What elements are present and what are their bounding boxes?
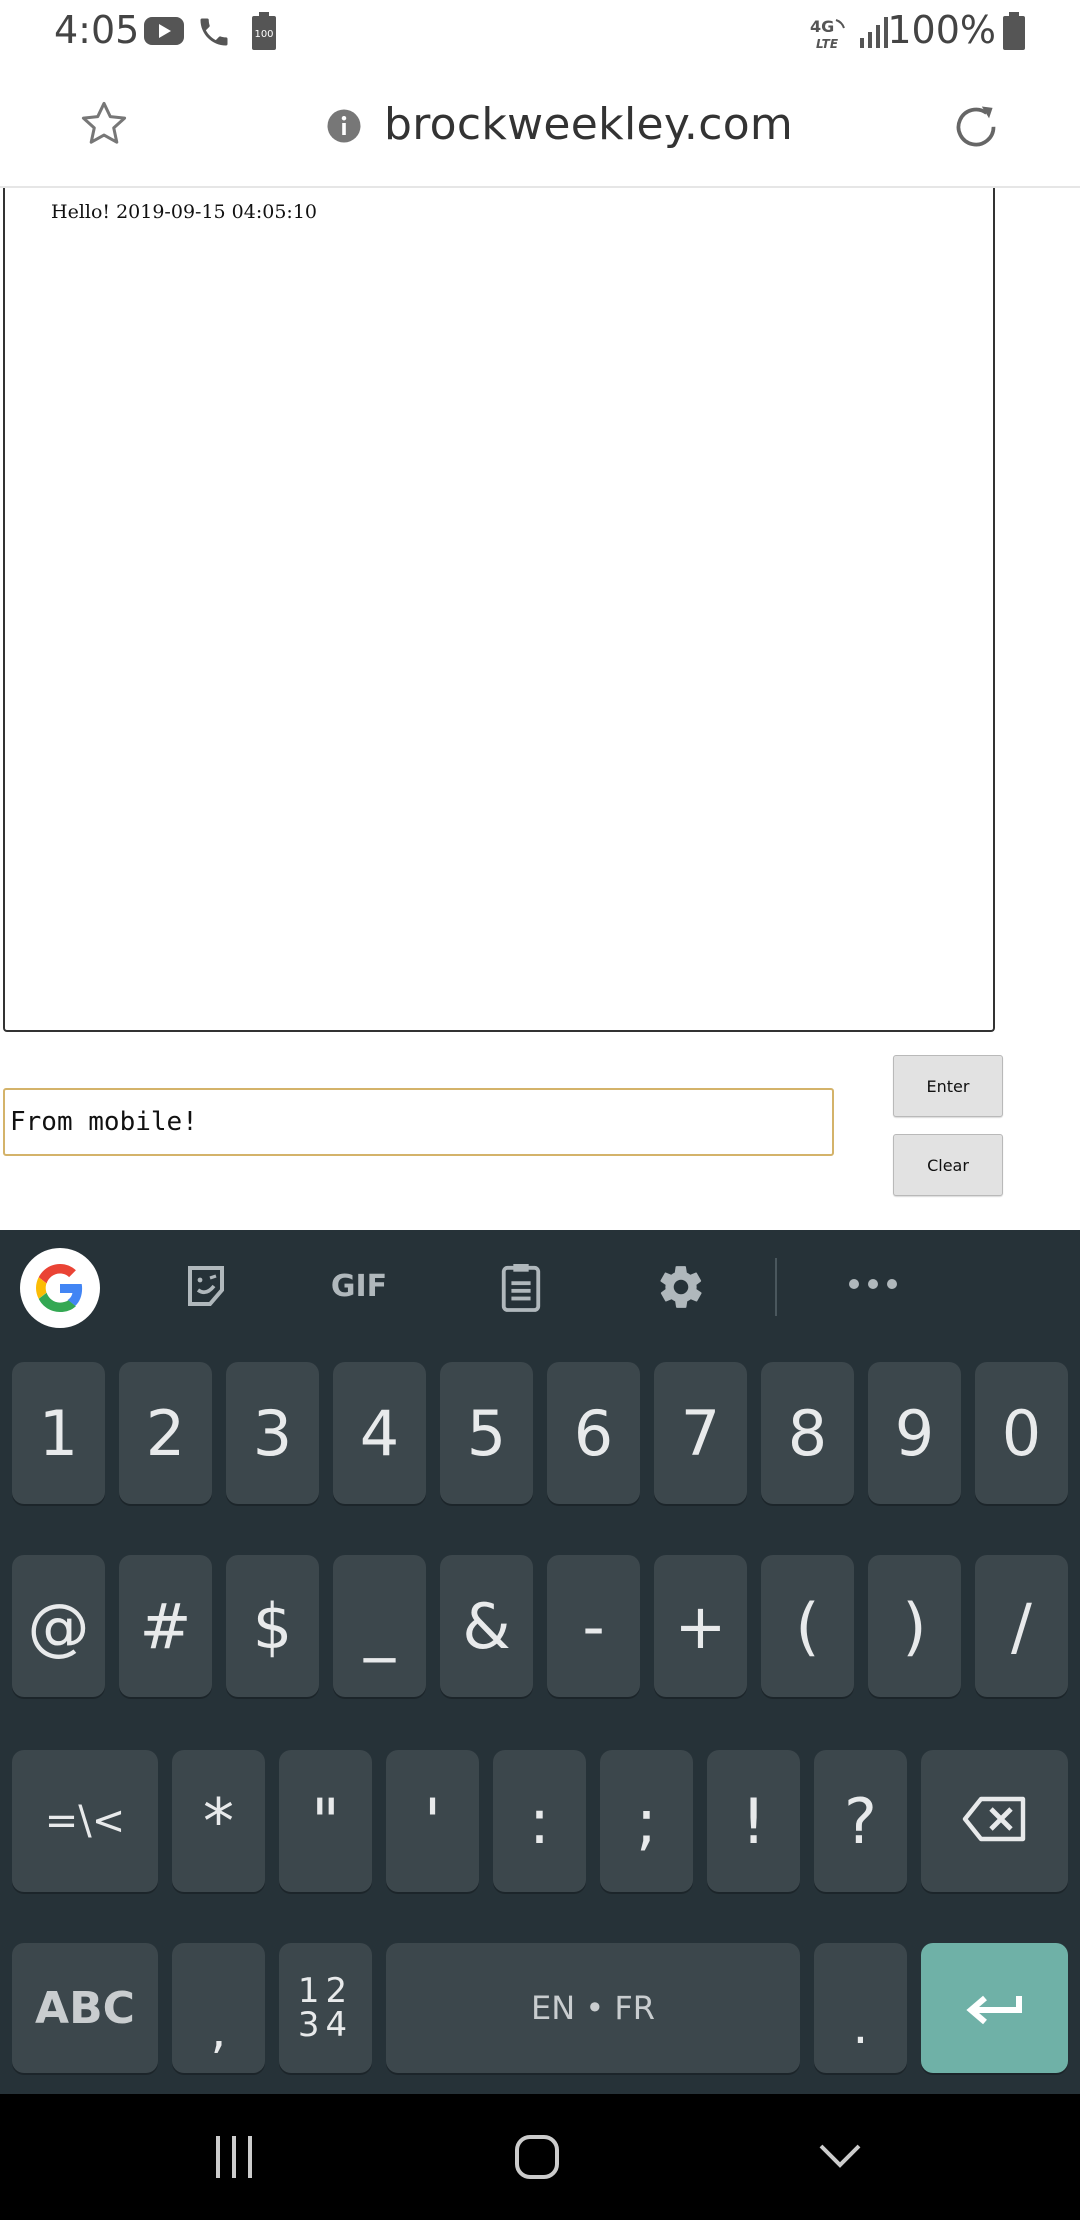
more-icon[interactable] bbox=[846, 1276, 900, 1297]
status-time: 4:05 bbox=[54, 8, 140, 52]
phone-icon bbox=[196, 14, 232, 55]
key-2[interactable]: 2 bbox=[119, 1362, 212, 1504]
key-more-symbols[interactable]: =\< bbox=[12, 1750, 158, 1892]
numpad-label-bottom: 34 bbox=[297, 2005, 354, 2045]
key-question[interactable]: ? bbox=[814, 1750, 907, 1892]
key-4[interactable]: 4 bbox=[333, 1362, 426, 1504]
key-1[interactable]: 1 bbox=[12, 1362, 105, 1504]
enter-button[interactable]: Enter bbox=[893, 1055, 1003, 1117]
key-7[interactable]: 7 bbox=[654, 1362, 747, 1504]
battery-saver-icon: 100 bbox=[251, 12, 277, 55]
svg-text:100: 100 bbox=[254, 29, 273, 40]
key-semicolon[interactable]: ; bbox=[600, 1750, 693, 1892]
recents-icon[interactable] bbox=[212, 2134, 256, 2185]
key-right-paren[interactable]: ) bbox=[868, 1555, 961, 1697]
key-3[interactable]: 3 bbox=[226, 1362, 319, 1504]
status-bar: 4:05 100 4G LTE 100% bbox=[0, 0, 1080, 64]
clipboard-icon[interactable] bbox=[498, 1262, 544, 1317]
key-exclamation[interactable]: ! bbox=[707, 1750, 800, 1892]
key-6[interactable]: 6 bbox=[547, 1362, 640, 1504]
url-text[interactable]: brockweekley.com bbox=[384, 99, 793, 150]
key-at[interactable]: @ bbox=[12, 1555, 105, 1697]
space-key[interactable]: EN • FR bbox=[386, 1943, 800, 2073]
svg-text:LTE: LTE bbox=[816, 37, 839, 50]
reload-icon[interactable] bbox=[948, 100, 1004, 161]
enter-key[interactable] bbox=[921, 1943, 1068, 2073]
key-underscore[interactable]: _ bbox=[333, 1555, 426, 1697]
key-slash[interactable]: / bbox=[975, 1555, 1068, 1697]
youtube-icon bbox=[144, 16, 184, 51]
backspace-icon bbox=[961, 1785, 1029, 1858]
key-minus[interactable]: - bbox=[547, 1555, 640, 1697]
key-dollar[interactable]: $ bbox=[226, 1555, 319, 1697]
navigation-bar bbox=[0, 2094, 1080, 2220]
settings-icon[interactable] bbox=[656, 1262, 706, 1317]
gif-icon[interactable]: GIF bbox=[326, 1268, 392, 1307]
key-left-paren[interactable]: ( bbox=[761, 1555, 854, 1697]
enter-arrow-icon bbox=[965, 1972, 1025, 2045]
hide-keyboard-icon[interactable] bbox=[818, 2142, 862, 2175]
key-comma[interactable]: , bbox=[172, 1943, 265, 2073]
toolbar-divider bbox=[775, 1258, 777, 1316]
battery-percent: 100% bbox=[887, 8, 996, 52]
keyboard-toolbar: GIF bbox=[0, 1230, 1080, 1342]
key-9[interactable]: 9 bbox=[868, 1362, 961, 1504]
abc-key[interactable]: ABC bbox=[12, 1943, 158, 2073]
home-icon[interactable] bbox=[514, 2134, 560, 2185]
browser-url-bar: brockweekley.com bbox=[0, 64, 1080, 188]
google-icon[interactable] bbox=[20, 1248, 100, 1328]
key-ampersand[interactable]: & bbox=[440, 1555, 533, 1697]
lte-icon: 4G LTE bbox=[808, 16, 848, 55]
key-double-quote[interactable]: " bbox=[279, 1750, 372, 1892]
numpad-label: 12 34 bbox=[298, 1974, 353, 2042]
clear-button[interactable]: Clear bbox=[893, 1134, 1003, 1196]
info-icon[interactable] bbox=[326, 108, 362, 149]
sticker-icon[interactable] bbox=[182, 1262, 230, 1315]
keyboard: GIF 1 2 3 4 5 6 7 8 9 0 @ # $ _ & - + ( … bbox=[0, 1230, 1080, 2094]
numpad-label-top: 12 bbox=[297, 1971, 354, 2011]
key-colon[interactable]: : bbox=[493, 1750, 586, 1892]
key-8[interactable]: 8 bbox=[761, 1362, 854, 1504]
chat-message: Hello! 2019-09-15 04:05:10 bbox=[51, 201, 317, 223]
key-asterisk[interactable]: * bbox=[172, 1750, 265, 1892]
star-icon[interactable] bbox=[78, 98, 130, 155]
svg-text:4G: 4G bbox=[810, 17, 834, 36]
key-period[interactable]: . bbox=[814, 1943, 907, 2073]
key-hash[interactable]: # bbox=[119, 1555, 212, 1697]
key-single-quote[interactable]: ' bbox=[386, 1750, 479, 1892]
svg-text:GIF: GIF bbox=[331, 1269, 387, 1302]
backspace-key[interactable] bbox=[921, 1750, 1068, 1892]
message-input[interactable] bbox=[3, 1088, 834, 1156]
key-plus[interactable]: + bbox=[654, 1555, 747, 1697]
battery-icon bbox=[1003, 12, 1025, 55]
key-5[interactable]: 5 bbox=[440, 1362, 533, 1504]
numpad-key[interactable]: 12 34 bbox=[279, 1943, 372, 2073]
chat-log-box: Hello! 2019-09-15 04:05:10 bbox=[3, 188, 995, 1032]
key-0[interactable]: 0 bbox=[975, 1362, 1068, 1504]
